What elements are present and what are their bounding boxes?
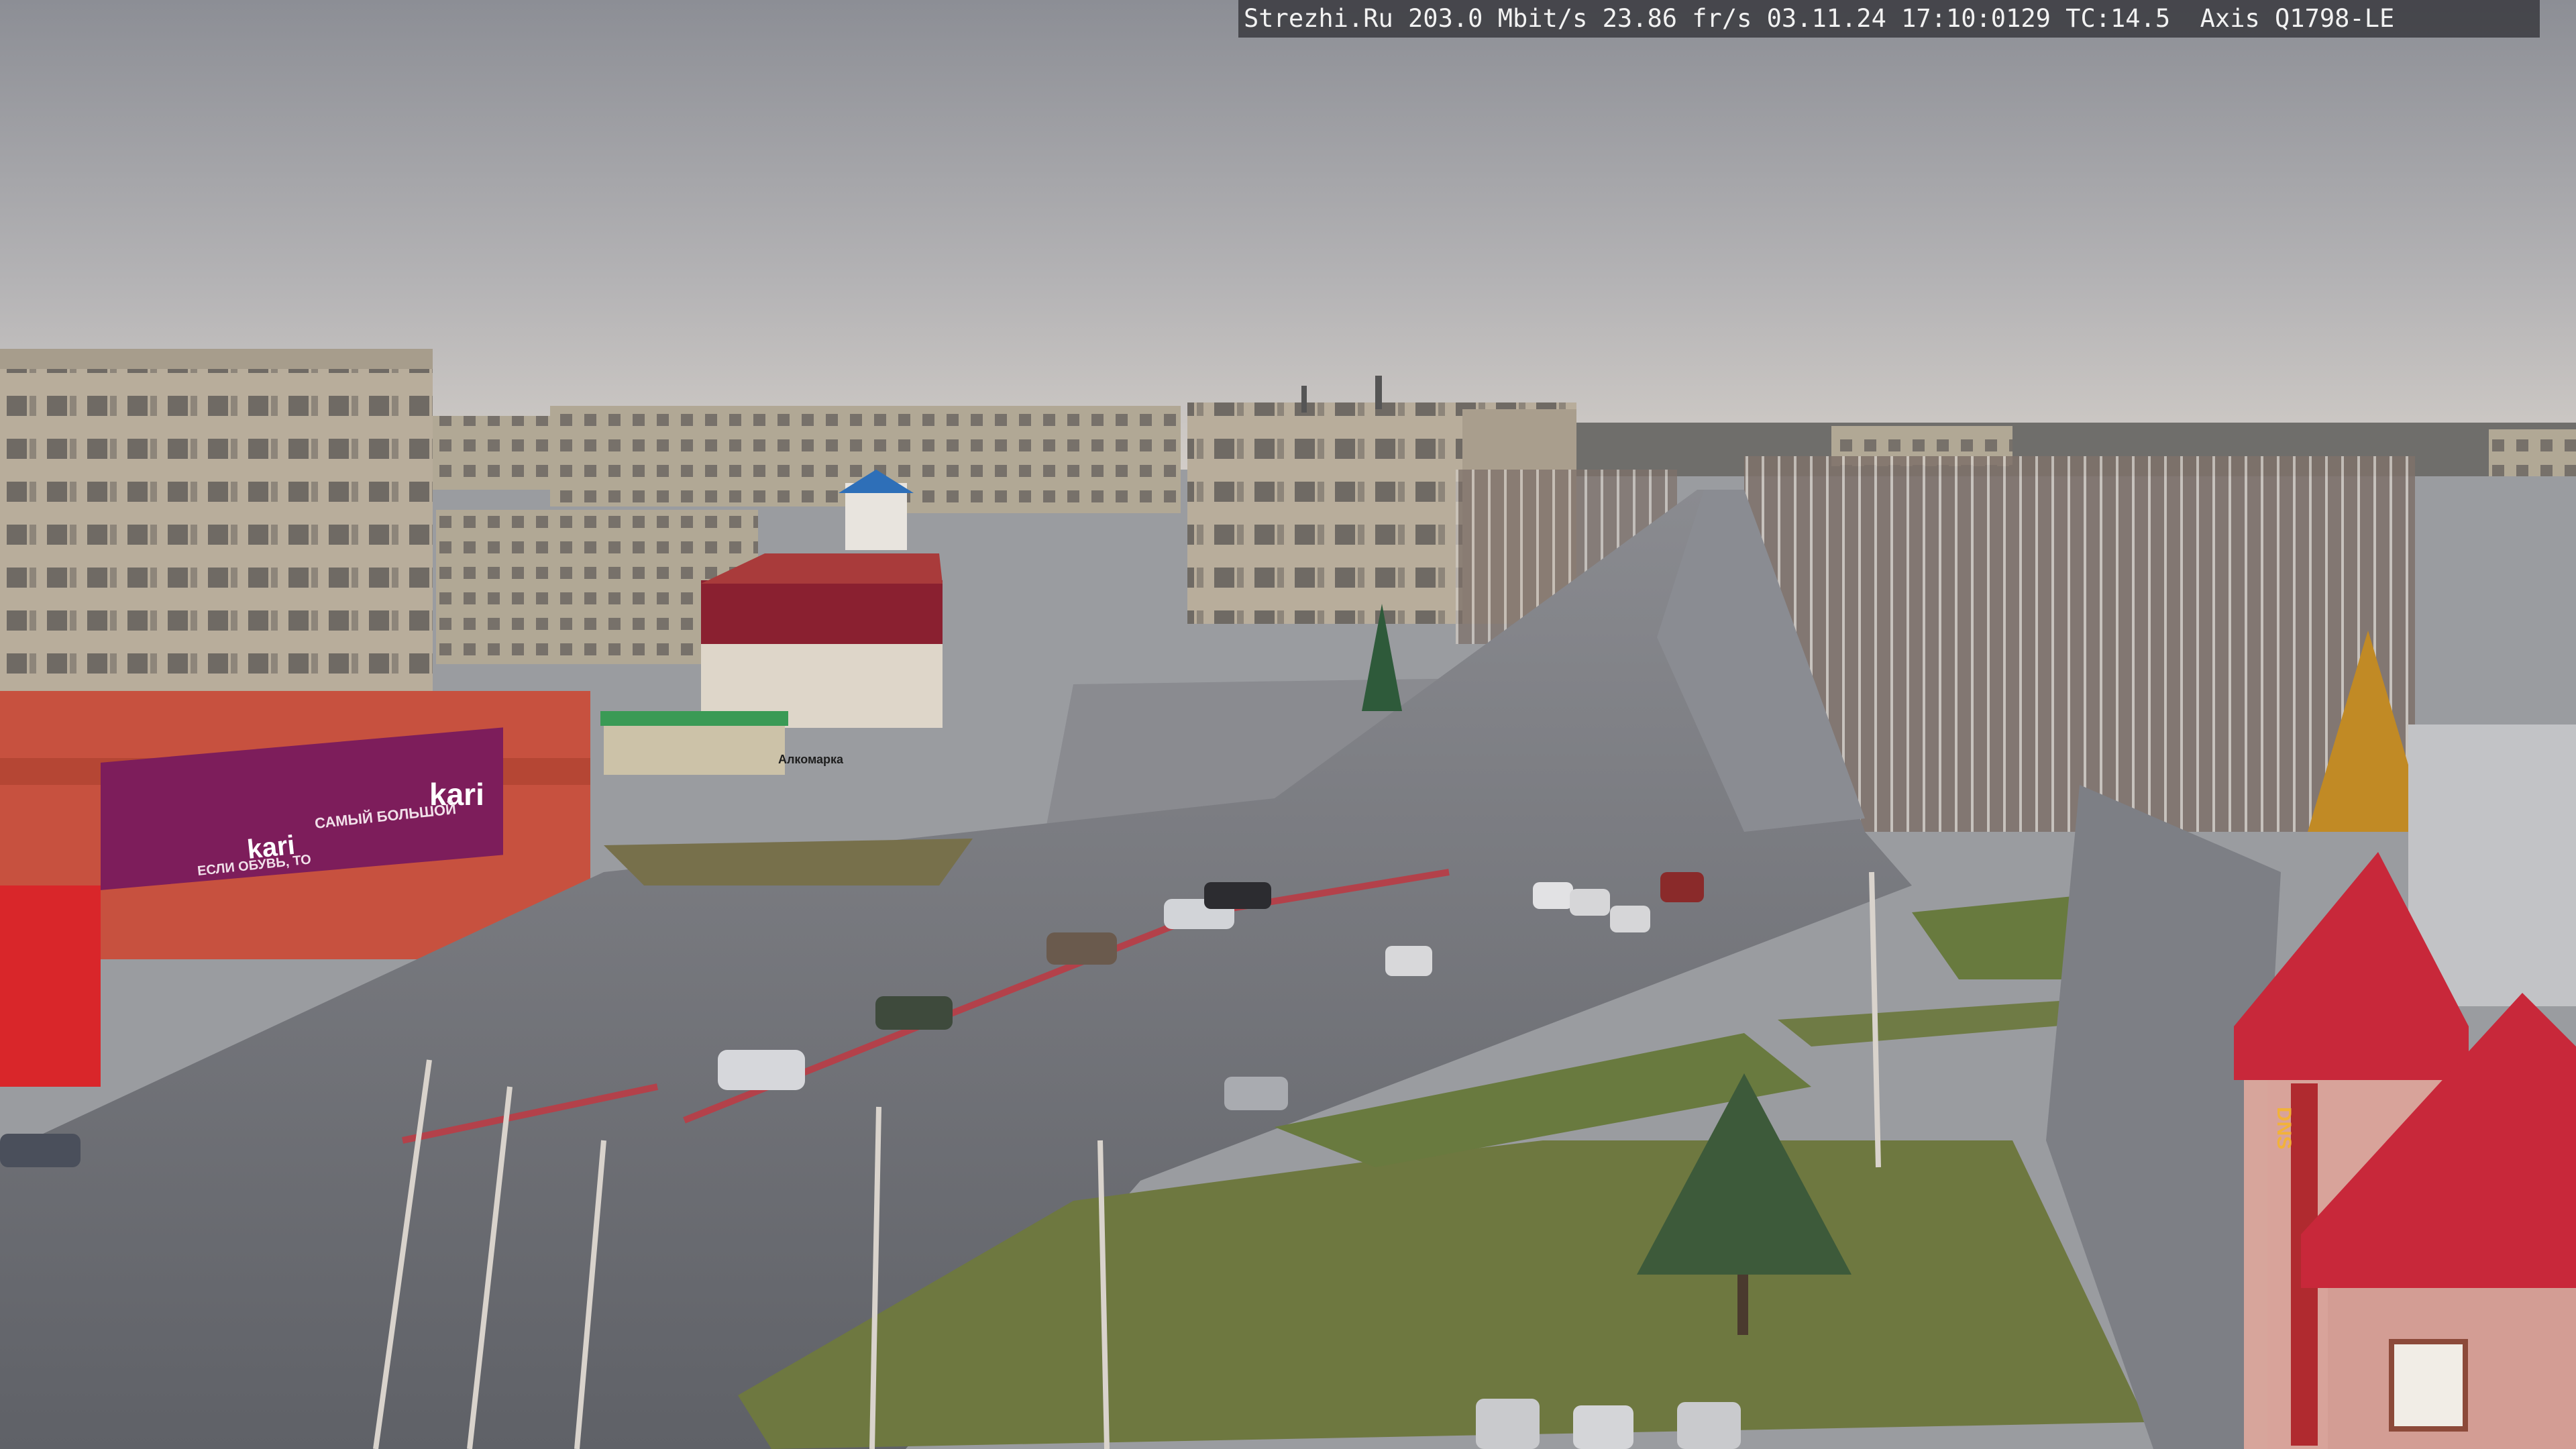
small-store-sign: Алкомарка	[778, 753, 844, 766]
camera-frame: kari kari САМЫЙ БОЛЬШОЙ ЕСЛИ ОБУВЬ, ТО А…	[0, 0, 2576, 1449]
red-hotel-building	[701, 553, 943, 728]
camera-overlay-text: Strezhi.Ru 203.0 Mbit/s 23.86 fr/s 03.11…	[1238, 0, 2540, 38]
dns-sign: DNS	[2273, 1107, 2295, 1149]
dns-building	[2234, 724, 2576, 1449]
city-scene: kari kari САМЫЙ БОЛЬШОЙ ЕСЛИ ОБУВЬ, ТО А…	[0, 0, 2576, 1449]
lawn-left	[604, 839, 973, 885]
